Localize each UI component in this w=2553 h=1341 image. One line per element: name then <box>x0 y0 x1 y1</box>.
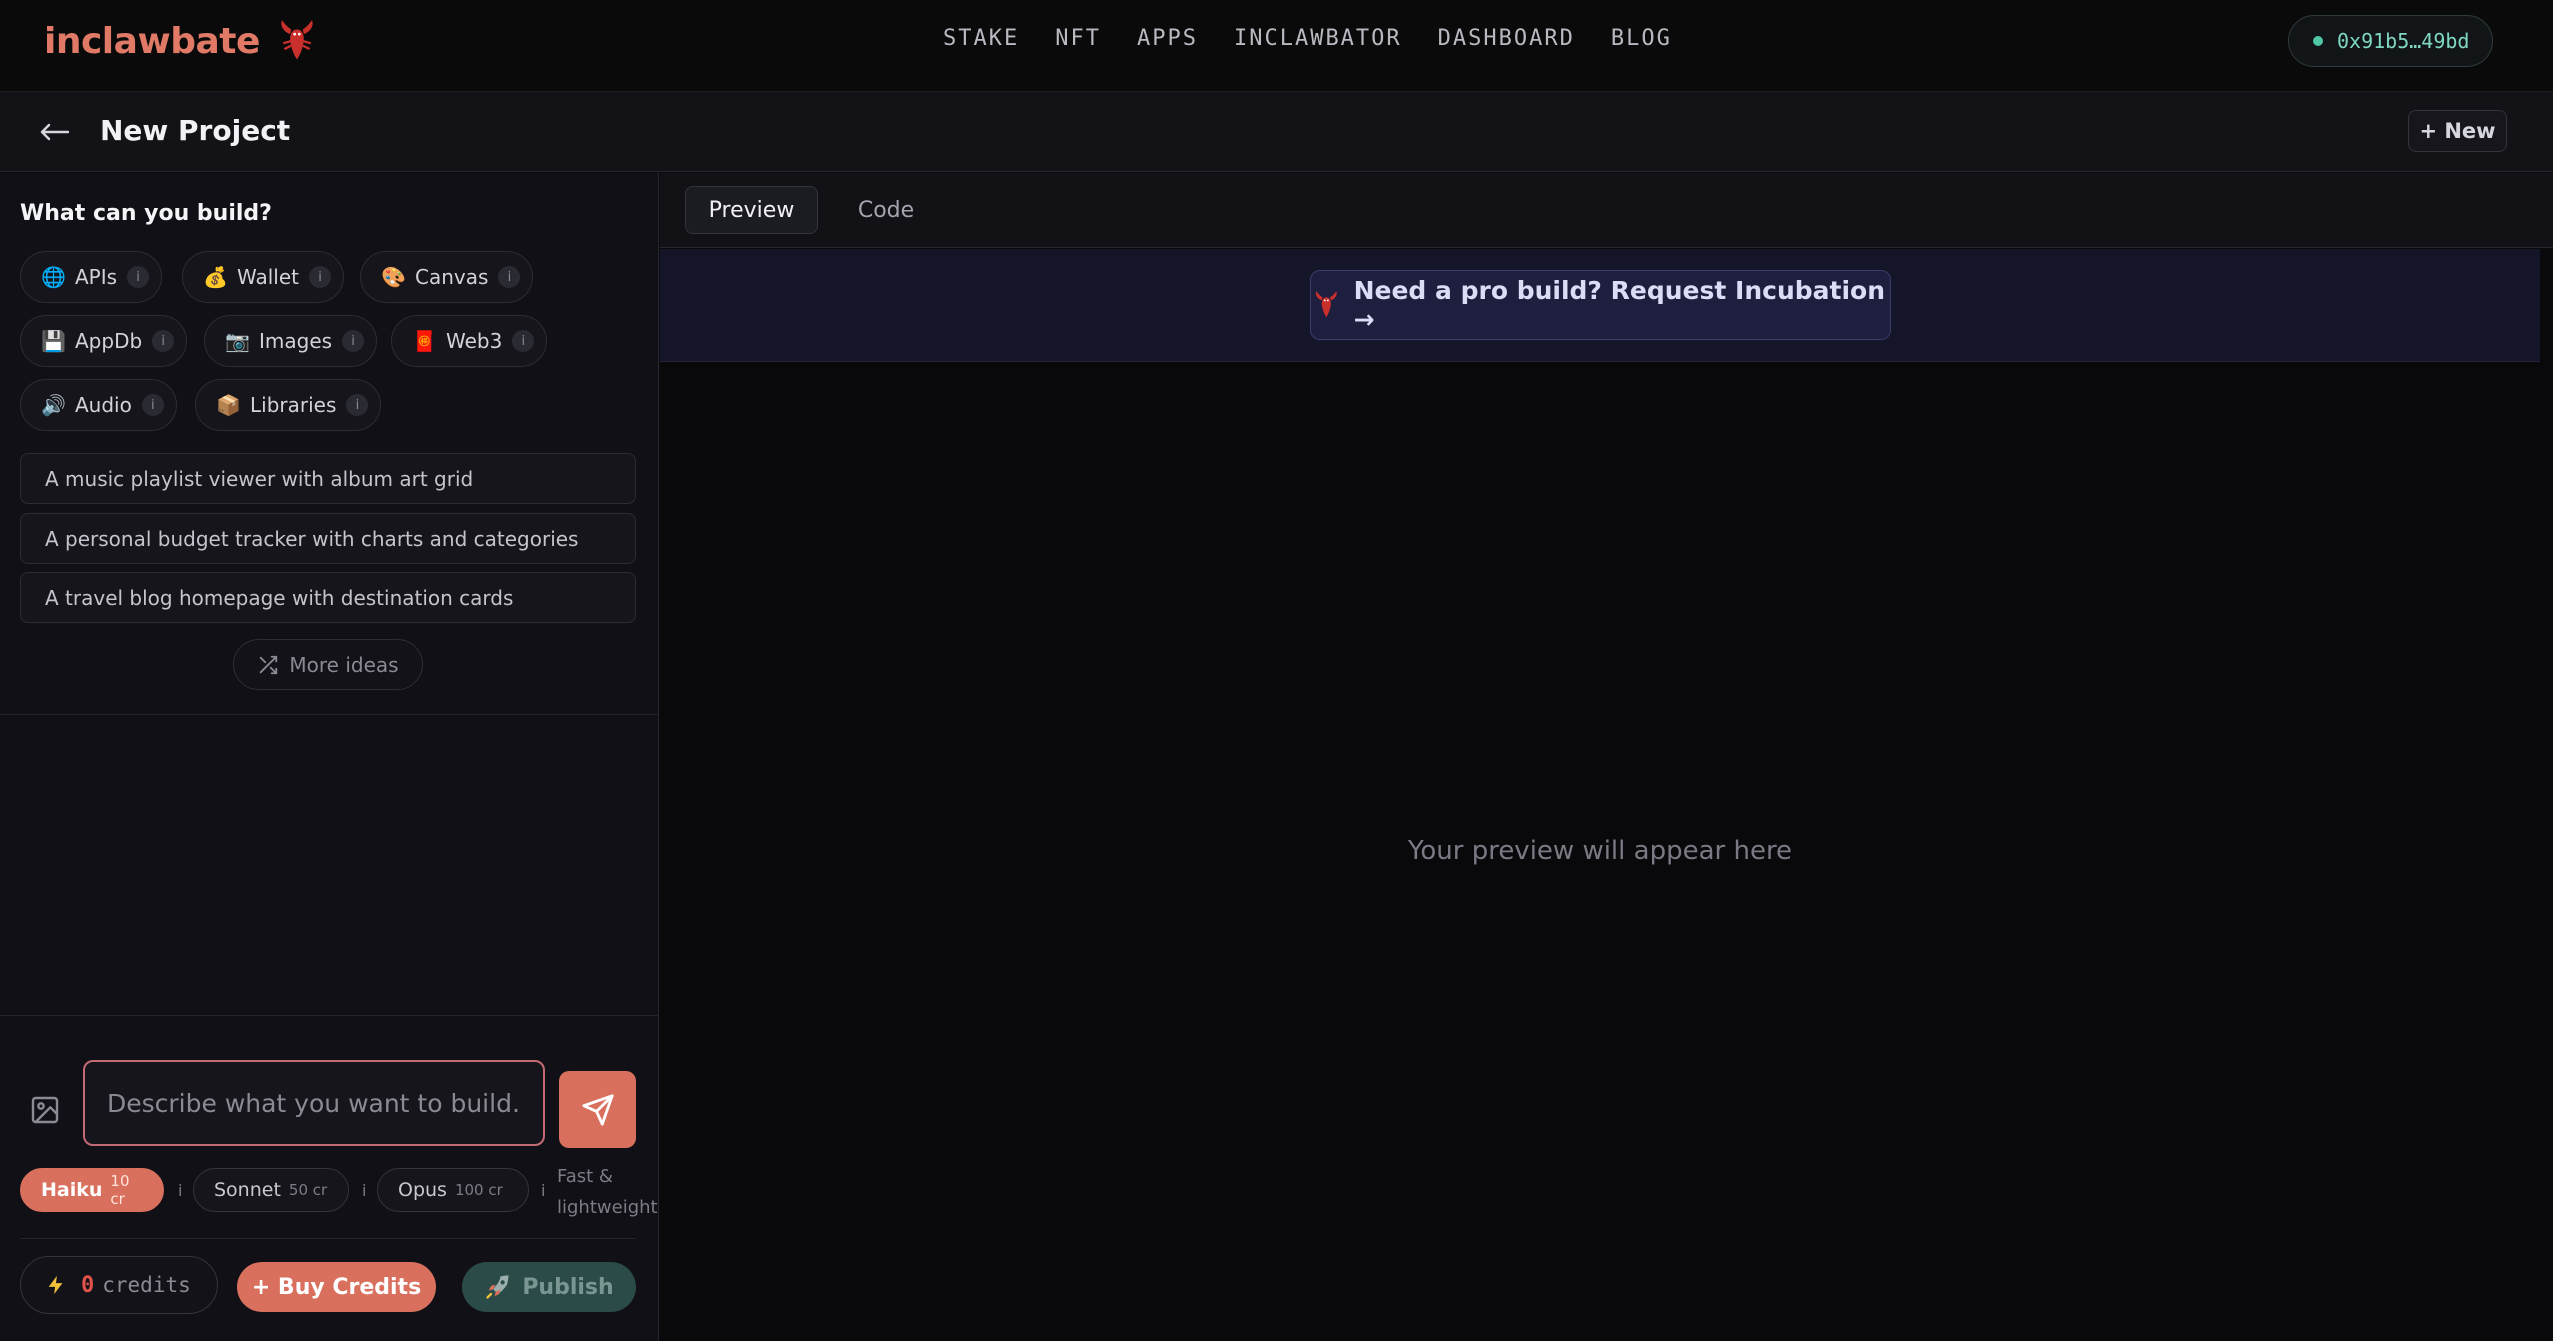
chip-label: Wallet <box>237 265 300 289</box>
lightning-icon <box>48 1275 63 1295</box>
idea-item[interactable]: A music playlist viewer with album art g… <box>20 453 636 504</box>
publish-label: Publish <box>522 1274 614 1300</box>
arrow-left-icon <box>40 123 69 141</box>
send-button[interactable] <box>559 1071 636 1148</box>
section-divider <box>0 714 659 715</box>
brand-name: inclawbate <box>44 20 260 62</box>
nav-dashboard[interactable]: DASHBOARD <box>1438 26 1575 51</box>
camera-icon: 📷 <box>225 329 250 353</box>
model-name: Opus <box>398 1179 447 1201</box>
credits-balance: 0 credits <box>20 1256 218 1314</box>
chip-web3[interactable]: 🧧 Web3 i <box>391 315 548 367</box>
credits-value: 0 <box>81 1272 95 1298</box>
lobster-icon <box>281 20 313 60</box>
chip-label: Images <box>259 329 333 353</box>
model-name: Sonnet <box>214 1179 281 1201</box>
view-tabs: Preview Code <box>660 173 2553 248</box>
chip-label: Web3 <box>446 329 503 353</box>
package-icon: 📦 <box>216 393 241 417</box>
model-info-icon[interactable]: i <box>541 1181 545 1200</box>
chip-libraries[interactable]: 📦 Libraries i <box>195 379 382 431</box>
preview-placeholder: Your preview will appear here <box>1407 836 1793 866</box>
nav-inclawbator[interactable]: INCLAWBATOR <box>1234 26 1402 51</box>
chip-canvas[interactable]: 🎨 Canvas i <box>360 251 534 303</box>
buy-credits-button[interactable]: + Buy Credits <box>237 1262 436 1312</box>
nav-stake[interactable]: STAKE <box>943 26 1019 51</box>
chip-label: Canvas <box>415 265 489 289</box>
more-ideas-label: More ideas <box>289 652 399 677</box>
project-title: New Project <box>100 114 291 147</box>
globe-icon: 🌐 <box>41 265 66 289</box>
chip-label: Audio <box>75 393 132 417</box>
floppy-disk-icon: 💾 <box>41 329 66 353</box>
model-cost: 100 cr <box>454 1181 503 1199</box>
model-cost: 10 cr <box>110 1172 130 1208</box>
image-icon <box>31 1096 59 1124</box>
info-icon[interactable]: i <box>346 394 369 416</box>
idea-item[interactable]: A travel blog homepage with destination … <box>20 572 636 623</box>
model-haiku[interactable]: Haiku 10 cr <box>20 1168 164 1212</box>
promo-banner: Need a pro build? Request Incubation → <box>660 249 2540 362</box>
section-divider <box>20 1238 636 1239</box>
model-cost: 50 cr <box>288 1181 328 1199</box>
chip-label: Libraries <box>250 393 337 417</box>
model-opus[interactable]: Opus 100 cr <box>377 1168 529 1212</box>
section-divider <box>0 1015 659 1016</box>
info-icon[interactable]: i <box>342 330 365 352</box>
nav-nft[interactable]: NFT <box>1055 26 1101 51</box>
tab-preview[interactable]: Preview <box>685 186 818 234</box>
tab-code[interactable]: Code <box>836 186 936 234</box>
publish-button[interactable]: Publish <box>462 1262 636 1312</box>
top-nav: inclawbate STAKE NFT APPS INCLAWBATOR DA… <box>0 0 2553 92</box>
attach-image-button[interactable] <box>24 1089 66 1131</box>
send-icon <box>581 1093 614 1126</box>
prompt-input[interactable] <box>83 1060 545 1146</box>
project-header: New Project + New <box>0 92 2553 172</box>
info-icon[interactable]: i <box>141 394 164 416</box>
chip-apis[interactable]: 🌐 APIs i <box>20 251 163 303</box>
shuffle-icon <box>260 655 278 674</box>
model-sonnet[interactable]: Sonnet 50 cr <box>193 1168 349 1212</box>
info-icon[interactable]: i <box>512 330 535 352</box>
request-incubation-button[interactable]: Need a pro build? Request Incubation → <box>1310 270 1891 340</box>
chip-appdb[interactable]: 💾 AppDb i <box>20 315 188 367</box>
wallet-address: 0x91b5…49bd <box>2337 29 2470 53</box>
model-info-icon[interactable]: i <box>178 1181 182 1200</box>
lobster-icon <box>1315 291 1337 318</box>
palette-icon: 🎨 <box>381 265 406 289</box>
new-project-button[interactable]: + New <box>2408 110 2507 152</box>
info-icon[interactable]: i <box>152 330 175 352</box>
preview-panel: Preview Code Need a pro build? Request I… <box>660 173 2553 1341</box>
wallet-button[interactable]: 0x91b5…49bd <box>2288 15 2493 67</box>
chip-label: APIs <box>75 265 118 289</box>
nav-apps[interactable]: APPS <box>1137 26 1198 51</box>
chip-audio[interactable]: 🔊 Audio i <box>20 379 177 431</box>
credits-label: credits <box>102 1273 191 1297</box>
info-icon[interactable]: i <box>309 266 332 288</box>
chip-label: AppDb <box>75 329 143 353</box>
info-icon[interactable]: i <box>498 266 521 288</box>
model-name: Haiku <box>41 1179 103 1201</box>
model-description: Fast & lightweight <box>557 1166 658 1218</box>
idea-item[interactable]: A personal budget tracker with charts an… <box>20 513 636 564</box>
wallet-status-dot <box>2313 36 2323 46</box>
back-button[interactable] <box>34 112 74 152</box>
main-nav: STAKE NFT APPS INCLAWBATOR DASHBOARD BLO… <box>943 26 1672 51</box>
capabilities-heading: What can you build? <box>20 201 272 226</box>
chip-wallet[interactable]: 💰 Wallet i <box>182 251 345 303</box>
builder-panel: What can you build? 🌐 APIs i 💰 Wallet i … <box>0 173 659 1341</box>
model-info-icon[interactable]: i <box>362 1181 366 1200</box>
info-icon[interactable]: i <box>127 266 150 288</box>
money-bag-icon: 💰 <box>203 265 228 289</box>
speaker-icon: 🔊 <box>41 393 66 417</box>
rocket-icon <box>486 1275 509 1299</box>
promo-label: Need a pro build? Request Incubation → <box>1353 276 1886 334</box>
brand-logo[interactable]: inclawbate <box>44 18 320 64</box>
red-envelope-icon: 🧧 <box>412 329 437 353</box>
nav-blog[interactable]: BLOG <box>1611 26 1672 51</box>
more-ideas-button[interactable]: More ideas <box>233 639 423 690</box>
chip-images[interactable]: 📷 Images i <box>204 315 378 367</box>
